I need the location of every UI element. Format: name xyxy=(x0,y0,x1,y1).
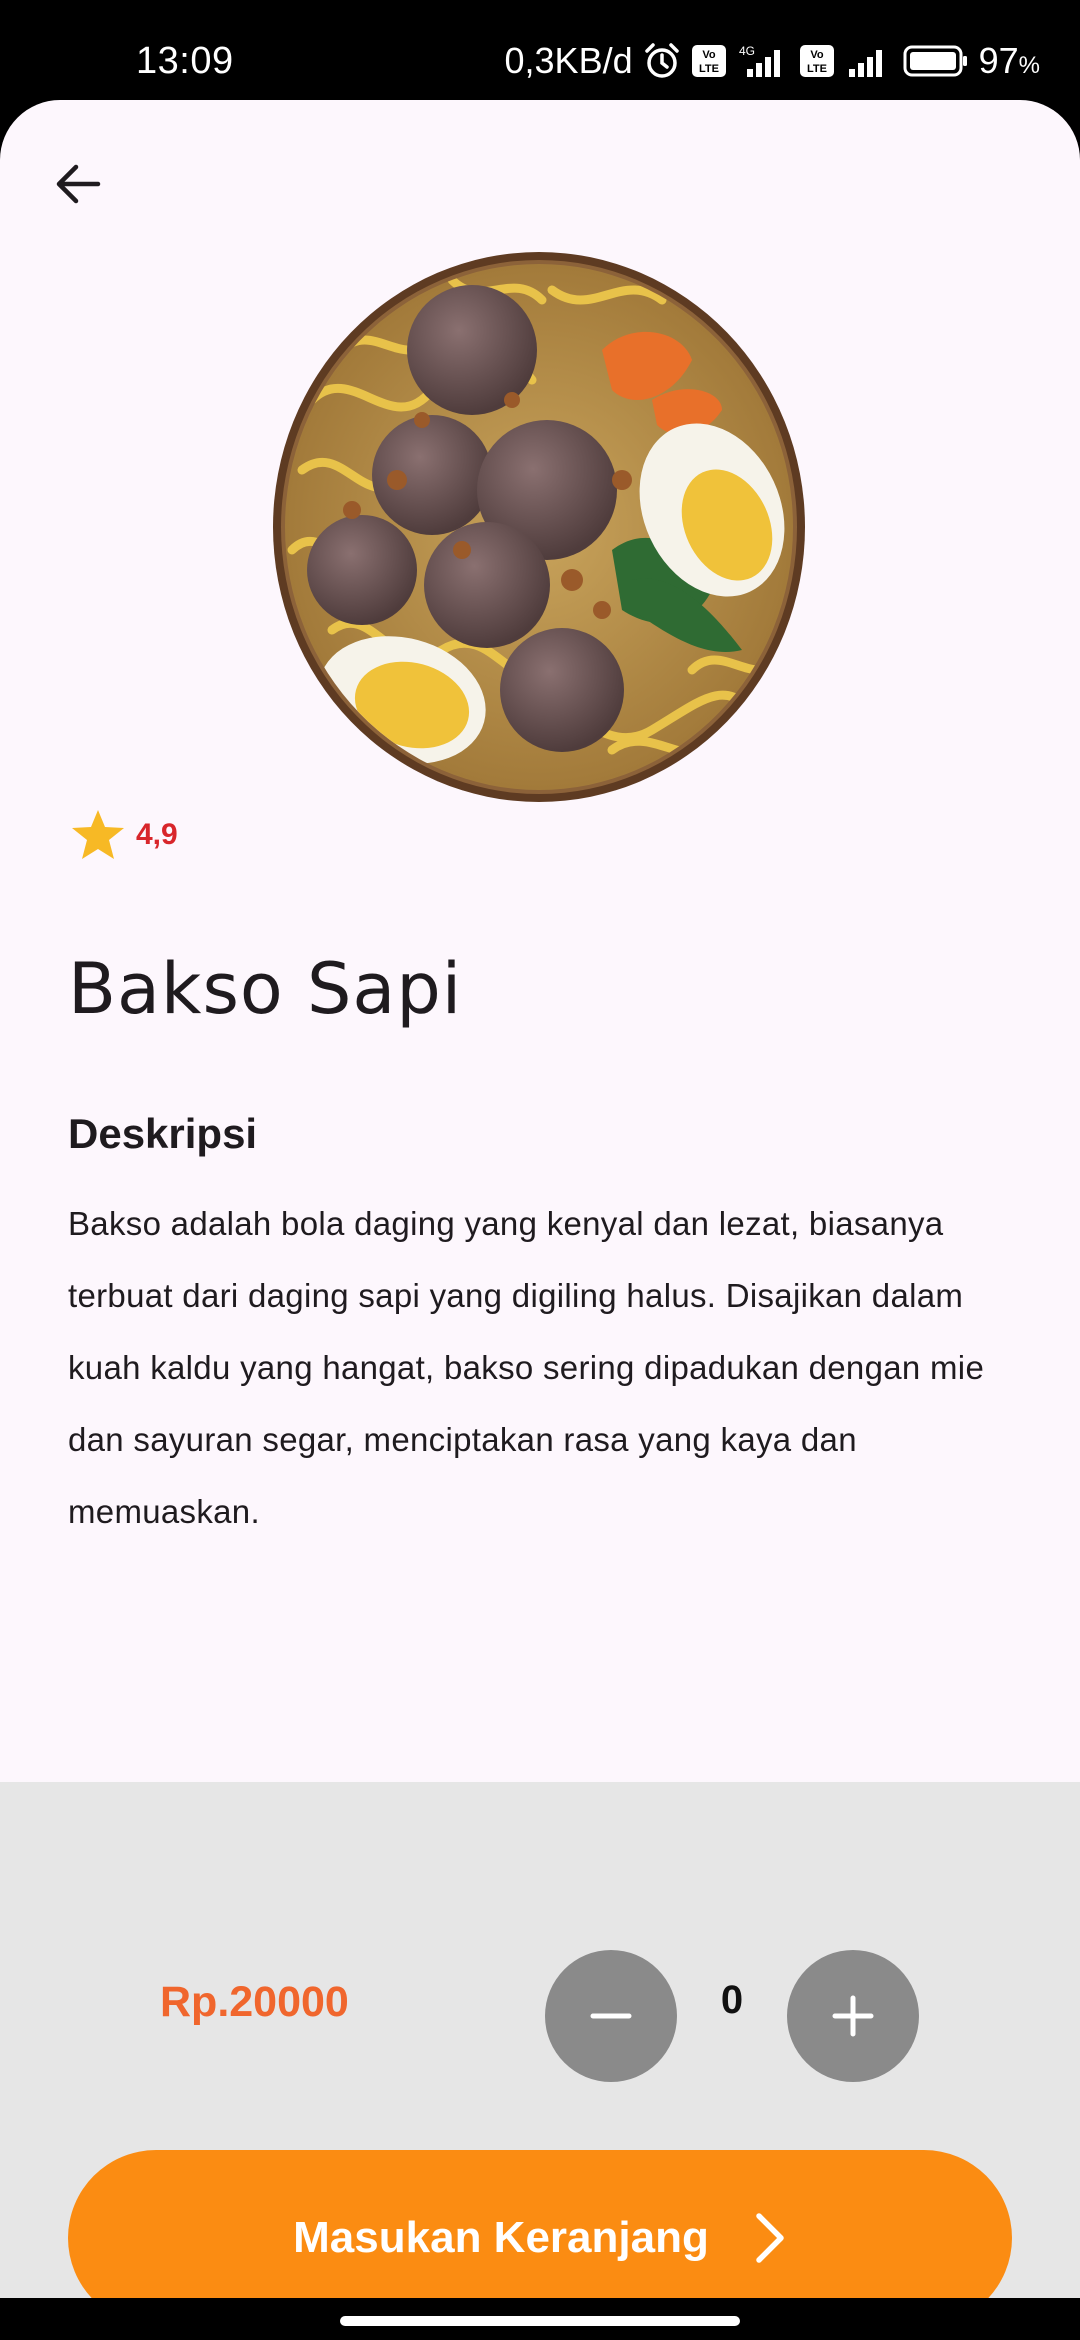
quantity-value: 0 xyxy=(720,1978,744,2022)
description-heading: Deskripsi xyxy=(68,1110,258,1157)
svg-text:LTE: LTE xyxy=(699,63,719,75)
decrease-quantity-button[interactable] xyxy=(545,1950,677,2082)
svg-text:4G: 4G xyxy=(739,44,755,58)
add-to-cart-label: Masukan Keranjang xyxy=(293,2213,709,2262)
svg-text:Vo: Vo xyxy=(702,49,716,61)
volte-icon: Vo LTE xyxy=(691,44,727,78)
battery-icon xyxy=(903,44,969,78)
battery-percent: 97% xyxy=(978,40,1040,81)
status-icons: 0,3KB/d Vo LTE 4G Vo LTE 97% xyxy=(505,40,1040,82)
food-name: Bakso Sapi xyxy=(68,948,463,1030)
svg-text:LTE: LTE xyxy=(807,63,827,75)
navigation-bar xyxy=(0,2298,1080,2340)
status-time: 13:09 xyxy=(136,40,234,82)
bakso-bowl-image xyxy=(272,250,806,804)
status-bar: 13:09 0,3KB/d Vo LTE 4G Vo LTE 97% xyxy=(0,0,1080,100)
arrow-left-icon xyxy=(56,164,101,204)
minus-icon xyxy=(590,2013,632,2019)
plus-icon xyxy=(832,1995,874,2037)
rating-value: 4,9 xyxy=(136,818,178,851)
signal-4g-icon: 4G xyxy=(737,43,789,79)
product-detail-screen: 4,9 Bakso Sapi Deskripsi Bakso adalah bo… xyxy=(0,100,1080,2298)
volte-icon-2: Vo LTE xyxy=(799,44,835,78)
back-button[interactable] xyxy=(44,150,112,218)
rating: 4,9 xyxy=(70,808,178,862)
star-icon xyxy=(72,810,124,859)
signal-icon xyxy=(845,43,893,79)
alarm-icon xyxy=(643,42,681,80)
add-to-cart-button[interactable]: Masukan Keranjang xyxy=(68,2150,1012,2298)
network-speed: 0,3KB/d xyxy=(504,40,633,81)
price: Rp.20000 xyxy=(160,1978,349,2026)
order-panel: Rp.20000 0 Masukan Keranjang xyxy=(0,1782,1080,2298)
home-indicator[interactable] xyxy=(340,2316,740,2326)
increase-quantity-button[interactable] xyxy=(787,1950,919,2082)
svg-text:Vo: Vo xyxy=(810,49,824,61)
description-text: Bakso adalah bola daging yang kenyal dan… xyxy=(68,1205,985,1530)
chevron-right-icon xyxy=(756,2213,784,2263)
